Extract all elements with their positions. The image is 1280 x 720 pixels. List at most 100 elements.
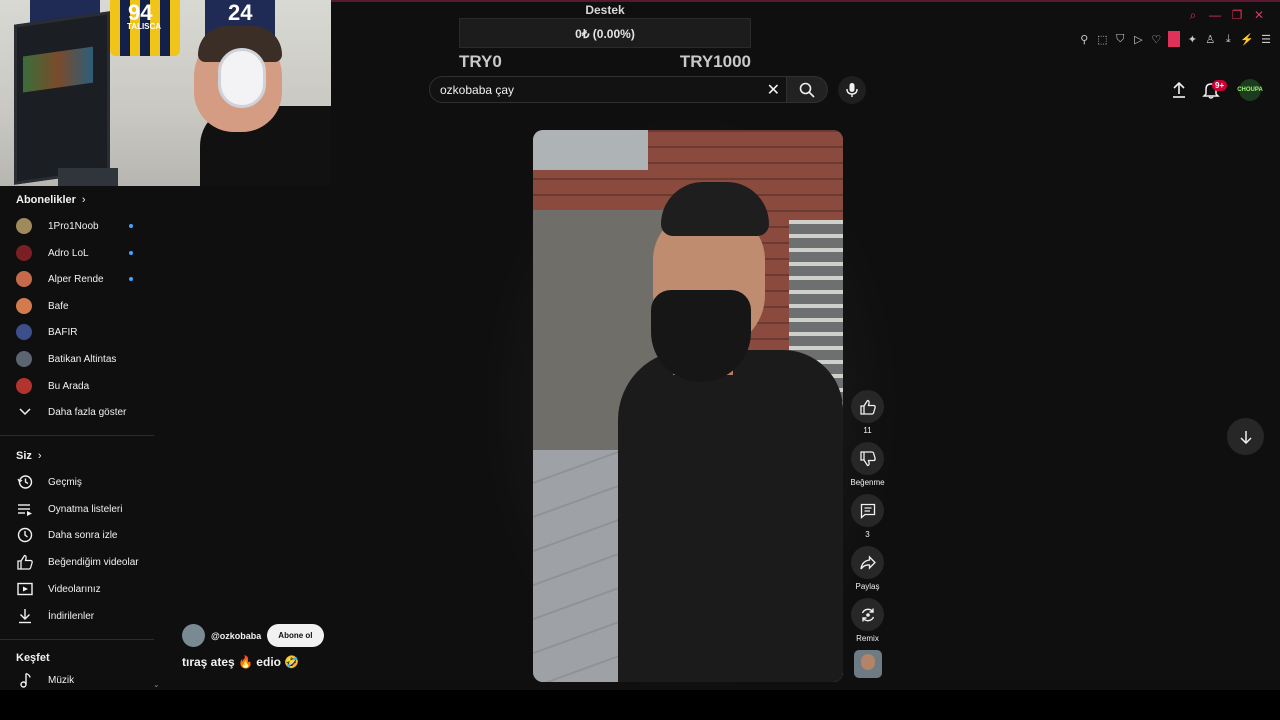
- heart-icon[interactable]: ♡: [1150, 33, 1162, 46]
- bottom-bar: [0, 690, 1280, 720]
- sidebar-item-label: Geçmiş: [48, 476, 82, 488]
- new-content-dot: [129, 224, 133, 228]
- person-hair: [661, 182, 769, 236]
- dislike-button[interactable]: [851, 442, 884, 475]
- your-videos-icon: [16, 581, 33, 598]
- toolbar-separator: [1168, 31, 1181, 47]
- minimize-icon[interactable]: —: [1208, 8, 1222, 23]
- sidebar-item-label: Videolarınız: [48, 583, 101, 595]
- music-icon: [16, 672, 33, 689]
- voice-search-button[interactable]: [838, 76, 866, 104]
- search-input[interactable]: [440, 82, 760, 97]
- scroll-down-indicator[interactable]: ⌄: [153, 680, 160, 689]
- you-header[interactable]: Siz ›: [16, 450, 42, 462]
- window-controls: ⌕ — ❐ ✕: [1186, 8, 1266, 23]
- extension-toolbar: ⚲ ⬚ ⛉ ▷ ♡ ✦ ♙ ⤓ ⚡ ☰: [1078, 31, 1272, 47]
- comment-icon: [860, 503, 875, 519]
- sidebar-item-label: Beğendiğim videolar: [48, 556, 139, 568]
- short-title: tıraş ateş 🔥 edio 🤣: [182, 655, 300, 669]
- sidebar-item-playlists[interactable]: Oynatma listeleri: [16, 496, 154, 522]
- you-title: Siz: [16, 450, 32, 462]
- clear-search-icon[interactable]: ✕: [767, 80, 780, 100]
- subscriptions-header[interactable]: Abonelikler ›: [16, 194, 86, 206]
- profile-icon[interactable]: ♙: [1204, 33, 1216, 46]
- download-icon[interactable]: ⤓: [1222, 33, 1234, 46]
- crop-icon[interactable]: ⬚: [1096, 33, 1108, 46]
- comment-count: 3: [865, 530, 870, 539]
- download-icon: [16, 608, 33, 625]
- comments-button[interactable]: [851, 494, 884, 527]
- upload-icon: [1173, 81, 1185, 98]
- background-laptop: [58, 168, 118, 186]
- channel-avatar: [16, 271, 32, 287]
- sidebar-channel[interactable]: BAFIR: [16, 319, 154, 345]
- like-button[interactable]: [851, 390, 884, 423]
- channel-avatar: [16, 351, 32, 367]
- remix-label: Remix: [856, 634, 879, 643]
- person-body: [618, 350, 843, 682]
- thumbs-down-icon: [859, 450, 876, 466]
- sound-thumbnail[interactable]: [854, 650, 882, 678]
- sidebar-divider: [0, 435, 154, 436]
- sidebar-channel[interactable]: Bafe: [16, 293, 154, 319]
- search-icon[interactable]: ⌕: [1186, 8, 1200, 23]
- short-video-player[interactable]: [533, 130, 843, 682]
- sidebar-item-label: Oynatma listeleri: [48, 503, 123, 515]
- sidebar-item-downloads[interactable]: İndirilenler: [16, 603, 154, 629]
- sidebar-item-watch-later[interactable]: Daha sonra izle: [16, 522, 154, 548]
- short-channel-info: @ozkobaba Abone ol: [182, 624, 324, 647]
- play-icon[interactable]: ▷: [1132, 33, 1144, 46]
- show-more-label: Daha fazla göster: [48, 406, 127, 418]
- microphone-icon: [846, 83, 858, 97]
- sidebar-channel[interactable]: Adro LoL: [16, 240, 154, 266]
- channel-avatar[interactable]: [182, 624, 205, 647]
- pin-icon[interactable]: ⚲: [1078, 33, 1090, 46]
- channel-avatar: [16, 378, 32, 394]
- create-button[interactable]: [1169, 80, 1189, 100]
- channel-label: Adro LoL: [48, 247, 89, 259]
- share-button[interactable]: [851, 546, 884, 579]
- channel-label: Bafe: [48, 300, 69, 312]
- chevron-down-icon: [16, 404, 33, 421]
- sidebar-item-liked[interactable]: Beğendiğim videolar: [16, 549, 154, 575]
- ai-icon[interactable]: ⚡: [1240, 33, 1254, 46]
- channel-handle[interactable]: @ozkobaba: [211, 631, 261, 641]
- playlist-icon: [16, 501, 33, 518]
- search-box[interactable]: ✕: [429, 76, 787, 103]
- share-label: Paylaş: [855, 582, 880, 591]
- sidebar-item-label: Müzik: [48, 674, 75, 686]
- thumbs-up-icon: [859, 399, 876, 415]
- webcam-overlay: 94 TALISCA 24: [0, 0, 331, 186]
- channel-avatar: [16, 298, 32, 314]
- channel-label: Bu Arada: [48, 380, 90, 392]
- arrow-down-icon: [1239, 430, 1252, 444]
- notification-badge: 9+: [1212, 80, 1228, 91]
- channel-label: 1Pro1Noob: [48, 220, 99, 232]
- streamer: [180, 18, 331, 186]
- next-short-button[interactable]: [1227, 418, 1264, 455]
- restore-icon[interactable]: ❐: [1230, 8, 1244, 23]
- account-avatar[interactable]: CHOUPA: [1237, 79, 1263, 101]
- close-icon[interactable]: ✕: [1252, 8, 1266, 23]
- show-more-button[interactable]: Daha fazla göster: [16, 399, 154, 425]
- new-content-dot: [129, 277, 133, 281]
- donation-label: Destek: [585, 3, 625, 17]
- search-button[interactable]: [787, 76, 828, 103]
- watch-later-icon: [16, 527, 33, 544]
- sidebar-channel[interactable]: Alper Rende: [16, 266, 154, 292]
- subscribe-button[interactable]: Abone ol: [267, 624, 324, 647]
- sidebar-channel[interactable]: Batikan Altintas: [16, 346, 154, 372]
- shield-icon[interactable]: ⛉: [1114, 33, 1126, 46]
- remix-button[interactable]: [851, 598, 884, 631]
- subscriptions-title: Abonelikler: [16, 194, 76, 206]
- sidebar-divider: [0, 639, 154, 640]
- jersey-name: TALISCA: [127, 22, 162, 31]
- sidebar-channel[interactable]: 1Pro1Noob: [16, 213, 154, 239]
- menu-icon[interactable]: ☰: [1260, 33, 1272, 46]
- sidebar-channel[interactable]: Bu Arada: [16, 373, 154, 399]
- sidebar-item-your-videos[interactable]: Videolarınız: [16, 576, 154, 602]
- channel-avatar: [16, 245, 32, 261]
- sidebar-item-history[interactable]: Geçmiş: [16, 469, 154, 495]
- donation-progress-bar: 0₺ (0.00%): [459, 18, 751, 48]
- extensions-icon[interactable]: ✦: [1186, 33, 1198, 46]
